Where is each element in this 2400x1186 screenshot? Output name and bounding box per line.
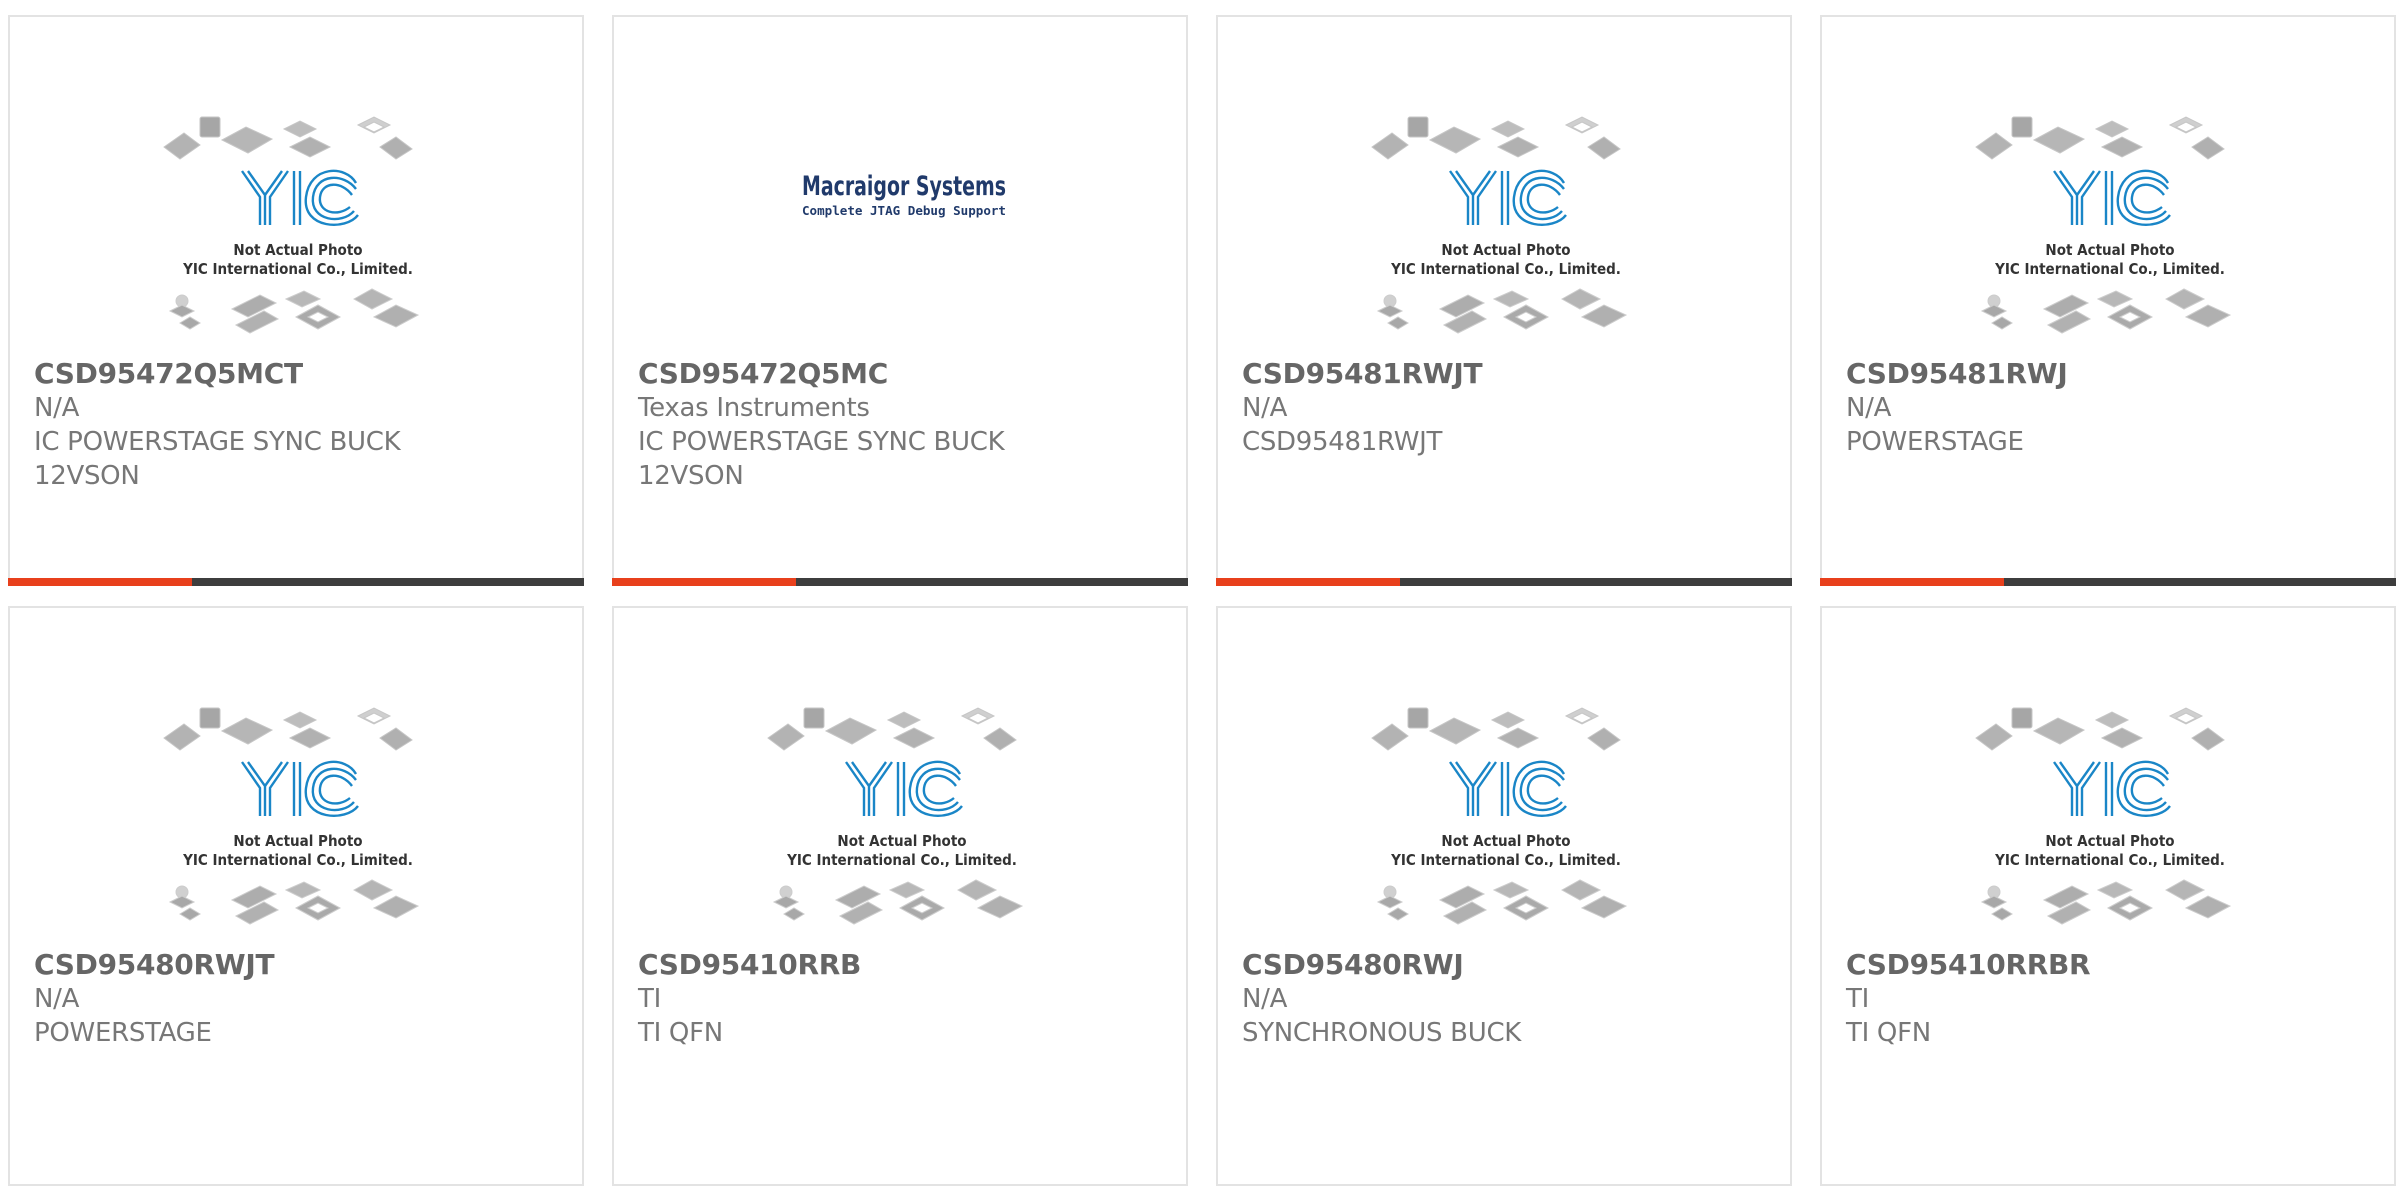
product-description: POWERSTAGE xyxy=(34,1018,212,1048)
product-description: TI QFN xyxy=(638,1018,723,1048)
chip-packages-top xyxy=(163,116,413,160)
product-part-number[interactable]: CSD95472Q5MCT xyxy=(34,357,562,391)
chip-packages-top xyxy=(163,707,413,751)
product-card[interactable]: Not Actual Photo YIC International Co., … xyxy=(1820,15,2396,586)
placeholder-caption-line2: YIC International Co., Limited. xyxy=(1994,851,2225,869)
chip-packages-bottom xyxy=(168,288,420,334)
product-info: CSD95472Q5MCT N/A IC POWERSTAGE SYNC BUC… xyxy=(34,357,562,493)
placeholder-caption-line1: Not Actual Photo xyxy=(1441,241,1570,259)
card-accent-bar xyxy=(1216,578,1400,586)
product-card[interactable]: Macraigor Systems Complete JTAG Debug Su… xyxy=(612,15,1188,586)
chip-packages-bottom xyxy=(1980,879,2232,925)
product-description: IC POWERSTAGE SYNC BUCK xyxy=(34,427,401,457)
product-manufacturer: N/A xyxy=(1242,393,1288,423)
yic-logo xyxy=(241,169,359,226)
product-card[interactable]: Not Actual Photo YIC International Co., … xyxy=(8,15,584,586)
product-image-placeholder[interactable]: Not Actual Photo YIC International Co., … xyxy=(160,105,436,351)
product-part-number[interactable]: CSD95481RWJT xyxy=(1242,357,1770,391)
product-image-placeholder[interactable]: Not Actual Photo YIC International Co., … xyxy=(1972,696,2248,942)
chip-packages-top xyxy=(1371,707,1621,751)
placeholder-caption-line1: Not Actual Photo xyxy=(837,832,966,850)
card-bottom-bar xyxy=(1820,578,2396,586)
macraigor-logo-name: Macraigor Systems xyxy=(802,171,1006,202)
product-part-number[interactable]: CSD95410RRBR xyxy=(1846,948,2374,982)
placeholder-caption-line2: YIC International Co., Limited. xyxy=(182,851,413,869)
product-info: CSD95410RRBR TI TI QFN xyxy=(1846,948,2374,1050)
card-bottom-bar xyxy=(8,578,584,586)
product-part-number[interactable]: CSD95410RRB xyxy=(638,948,1166,982)
placeholder-caption-line2: YIC International Co., Limited. xyxy=(1390,851,1621,869)
chip-packages-bottom xyxy=(1376,879,1628,925)
card-accent-bar xyxy=(1820,578,2004,586)
product-image-placeholder[interactable]: Not Actual Photo YIC International Co., … xyxy=(160,696,436,942)
card-bottom-bar xyxy=(612,578,1188,586)
product-image-placeholder[interactable]: Not Actual Photo YIC International Co., … xyxy=(764,696,1040,942)
product-info: CSD95480RWJT N/A POWERSTAGE xyxy=(34,948,562,1050)
placeholder-caption-line1: Not Actual Photo xyxy=(233,241,362,259)
placeholder-caption-line1: Not Actual Photo xyxy=(233,832,362,850)
yic-logo xyxy=(1449,169,1567,226)
product-card[interactable]: Not Actual Photo YIC International Co., … xyxy=(1216,606,1792,1186)
placeholder-caption-line1: Not Actual Photo xyxy=(1441,832,1570,850)
product-image-placeholder[interactable]: Not Actual Photo YIC International Co., … xyxy=(1368,696,1644,942)
chip-packages-bottom xyxy=(772,879,1024,925)
product-manufacturer: Texas Instruments xyxy=(638,393,870,423)
product-part-number[interactable]: CSD95480RWJ xyxy=(1242,948,1770,982)
chip-packages-top xyxy=(1975,707,2225,751)
product-manufacturer: TI xyxy=(638,984,661,1014)
product-manufacturer: N/A xyxy=(34,984,80,1014)
product-card[interactable]: Not Actual Photo YIC International Co., … xyxy=(1820,606,2396,1186)
macraigor-logo-tagline: Complete JTAG Debug Support xyxy=(802,204,1006,218)
product-description: TI QFN xyxy=(1846,1018,1931,1048)
product-description: POWERSTAGE xyxy=(1846,427,2024,457)
placeholder-caption-line2: YIC International Co., Limited. xyxy=(1390,260,1621,278)
yic-logo xyxy=(1449,760,1567,817)
placeholder-caption-line2: YIC International Co., Limited. xyxy=(182,260,413,278)
card-bottom-bar xyxy=(1216,578,1792,586)
product-info: CSD95410RRB TI TI QFN xyxy=(638,948,1166,1050)
placeholder-caption-line2: YIC International Co., Limited. xyxy=(786,851,1017,869)
product-part-number[interactable]: CSD95480RWJT xyxy=(34,948,562,982)
chip-packages-bottom xyxy=(1980,288,2232,334)
chip-packages-top xyxy=(767,707,1017,751)
product-info: CSD95480RWJ N/A SYNCHRONOUS BUCK xyxy=(1242,948,1770,1050)
product-manufacturer: N/A xyxy=(1846,393,1892,423)
product-manufacturer: TI xyxy=(1846,984,1869,1014)
chip-packages-top xyxy=(1371,116,1621,160)
chip-packages-top xyxy=(1975,116,2225,160)
yic-logo xyxy=(2053,760,2171,817)
product-manufacturer: N/A xyxy=(34,393,80,423)
product-description: SYNCHRONOUS BUCK xyxy=(1242,1018,1522,1048)
product-card[interactable]: Not Actual Photo YIC International Co., … xyxy=(1216,15,1792,586)
card-accent-bar xyxy=(8,578,192,586)
chip-packages-bottom xyxy=(168,879,420,925)
product-card[interactable]: Not Actual Photo YIC International Co., … xyxy=(8,606,584,1186)
yic-logo xyxy=(2053,169,2171,226)
placeholder-caption-line2: YIC International Co., Limited. xyxy=(1994,260,2225,278)
product-info: CSD95472Q5MC Texas Instruments IC POWERS… xyxy=(638,357,1166,493)
product-part-number[interactable]: CSD95472Q5MC xyxy=(638,357,1166,391)
card-accent-bar xyxy=(612,578,796,586)
placeholder-caption-line1: Not Actual Photo xyxy=(2045,832,2174,850)
product-info: CSD95481RWJT N/A CSD95481RWJT xyxy=(1242,357,1770,459)
product-description: CSD95481RWJT xyxy=(1242,427,1443,457)
product-part-number[interactable]: CSD95481RWJ xyxy=(1846,357,2374,391)
chip-packages-bottom xyxy=(1376,288,1628,334)
placeholder-caption-line1: Not Actual Photo xyxy=(2045,241,2174,259)
product-description: IC POWERSTAGE SYNC BUCK xyxy=(638,427,1005,457)
product-description: 12VSON xyxy=(638,461,744,491)
product-card[interactable]: Not Actual Photo YIC International Co., … xyxy=(612,606,1188,1186)
product-image-placeholder[interactable]: Not Actual Photo YIC International Co., … xyxy=(1368,105,1644,351)
product-grid: Not Actual Photo YIC International Co., … xyxy=(0,0,2400,1186)
product-image-placeholder[interactable]: Not Actual Photo YIC International Co., … xyxy=(1972,105,2248,351)
yic-logo xyxy=(845,760,963,817)
product-description: 12VSON xyxy=(34,461,140,491)
product-manufacturer: N/A xyxy=(1242,984,1288,1014)
product-info: CSD95481RWJ N/A POWERSTAGE xyxy=(1846,357,2374,459)
yic-logo xyxy=(241,760,359,817)
macraigor-systems-logo[interactable]: Macraigor Systems Complete JTAG Debug Su… xyxy=(799,165,1009,225)
